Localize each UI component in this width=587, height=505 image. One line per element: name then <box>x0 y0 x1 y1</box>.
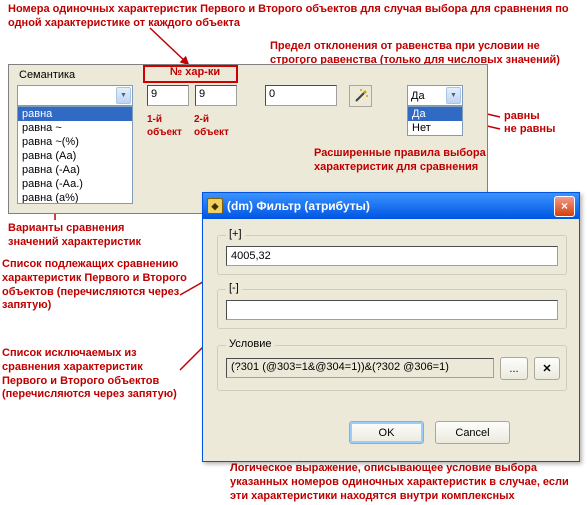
clear-button[interactable]: ✕ <box>534 357 560 380</box>
filter-dialog: ◆ (dm) Фильтр (атрибуты) × [+] [-] Услов… <box>202 192 580 462</box>
advanced-rules-button[interactable] <box>349 85 372 107</box>
anno-char-no: № хар-ки <box>155 66 235 80</box>
list-item[interactable]: равна (-Аа) <box>18 163 132 177</box>
anno-left3: Список исключаемых из сравнения характер… <box>2 347 187 402</box>
wand-icon <box>354 89 368 103</box>
minus-field[interactable] <box>226 300 558 320</box>
semantics-combo[interactable]: ▼ <box>17 85 133 106</box>
group-plus: [+] <box>217 235 567 275</box>
semantics-open-list[interactable]: равна равна ~ равна ~(%) равна (Аа) равн… <box>17 106 133 204</box>
group-minus: [-] <box>217 289 567 329</box>
anno-left2: Список подлежащих сравнению характеристи… <box>2 258 187 313</box>
group-condition-label: Условие <box>226 338 275 350</box>
list-item[interactable]: Да <box>408 107 462 121</box>
anno-obj2: 2-й объект <box>194 114 229 139</box>
close-button[interactable]: × <box>554 196 575 217</box>
plus-field[interactable] <box>226 246 558 266</box>
anno-bottom1: Логическое выражение, описывающее услови… <box>230 462 580 503</box>
group-minus-label: [-] <box>226 282 242 294</box>
group-condition: Условие (?301 (@303=1&@304=1))&(?302 @30… <box>217 345 567 391</box>
close-icon: ✕ <box>542 362 551 375</box>
list-item[interactable]: Нет <box>408 121 462 135</box>
titlebar[interactable]: ◆ (dm) Фильтр (атрибуты) × <box>203 193 579 219</box>
anno-top-main: Номера одиночных характеристик Первого и… <box>8 3 573 31</box>
list-item[interactable]: равна (а%) <box>18 191 132 204</box>
list-item[interactable]: равна ~(%) <box>18 135 132 149</box>
anno-right1: Расширенные правила выбора характеристик… <box>314 147 514 175</box>
chevron-down-icon: ▼ <box>446 87 461 104</box>
anno-left1: Варианты сравнения значений характеристи… <box>8 222 178 250</box>
anno-obj1: 1-й объект <box>147 114 182 139</box>
chevron-down-icon: ▼ <box>116 87 131 104</box>
list-item[interactable]: равна (-Аа.) <box>18 177 132 191</box>
app-icon: ◆ <box>207 198 223 214</box>
close-icon: × <box>561 199 568 213</box>
yes-no-combo[interactable]: Да ▼ <box>407 85 463 106</box>
yes-no-open-list[interactable]: Да Нет <box>407 106 463 136</box>
semantics-label: Семантика <box>19 69 75 81</box>
list-item[interactable]: равна ~ <box>18 121 132 135</box>
window-title: (dm) Фильтр (атрибуты) <box>227 199 370 213</box>
anno-notequal: не равны <box>504 123 555 137</box>
list-item[interactable]: равна (Аа) <box>18 149 132 163</box>
group-plus-label: [+] <box>226 228 245 240</box>
anno-equal: равны <box>504 110 540 124</box>
list-item[interactable]: равна <box>18 107 132 121</box>
ok-button[interactable]: OK <box>349 421 424 444</box>
cancel-button[interactable]: Cancel <box>435 421 510 444</box>
condition-field[interactable]: (?301 (@303=1&@304=1))&(?302 @306=1) <box>226 358 494 378</box>
char-num-1[interactable]: 9 <box>147 85 189 106</box>
deviation-box[interactable]: 0 <box>265 85 337 106</box>
browse-button[interactable]: ... <box>500 357 528 380</box>
char-num-2[interactable]: 9 <box>195 85 237 106</box>
yes-no-value: Да <box>408 90 446 102</box>
